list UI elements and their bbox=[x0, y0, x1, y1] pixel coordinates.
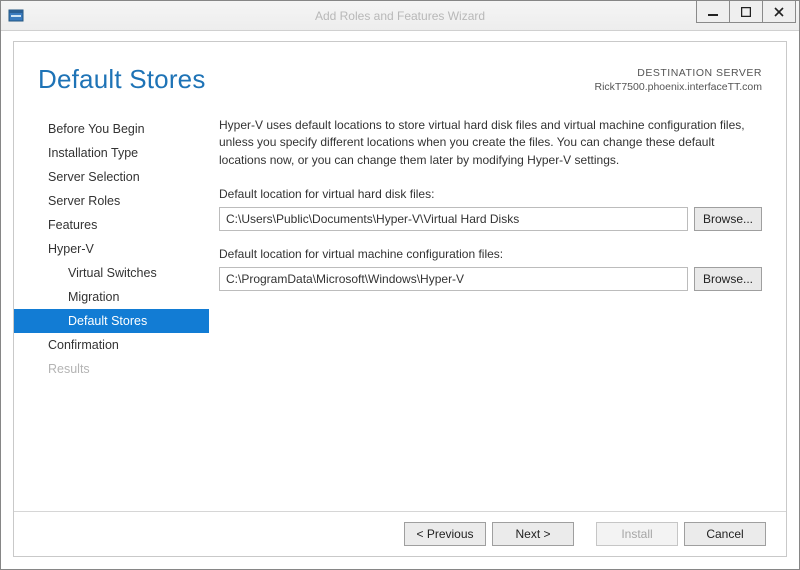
previous-button[interactable]: < Previous bbox=[404, 522, 486, 546]
page-title: Default Stores bbox=[38, 64, 206, 95]
wizard-content: Before You Begin Installation Type Serve… bbox=[14, 101, 786, 511]
config-location-label: Default location for virtual machine con… bbox=[219, 247, 762, 261]
nav-server-roles[interactable]: Server Roles bbox=[14, 189, 209, 213]
footer-spacer bbox=[580, 522, 590, 546]
wizard-sidebar: Before You Begin Installation Type Serve… bbox=[14, 111, 209, 511]
nav-confirmation[interactable]: Confirmation bbox=[14, 333, 209, 357]
nav-installation-type[interactable]: Installation Type bbox=[14, 141, 209, 165]
wizard-main: Hyper-V uses default locations to store … bbox=[209, 111, 786, 511]
window-body: Default Stores DESTINATION SERVER RickT7… bbox=[1, 31, 799, 569]
next-button[interactable]: Next > bbox=[492, 522, 574, 546]
nav-features[interactable]: Features bbox=[14, 213, 209, 237]
nav-virtual-switches[interactable]: Virtual Switches bbox=[14, 261, 209, 285]
app-icon bbox=[5, 5, 27, 27]
vhd-location-label: Default location for virtual hard disk f… bbox=[219, 187, 762, 201]
wizard-panel: Default Stores DESTINATION SERVER RickT7… bbox=[13, 41, 787, 557]
nav-default-stores[interactable]: Default Stores bbox=[14, 309, 209, 333]
destination-label: DESTINATION SERVER bbox=[595, 66, 763, 80]
window-title: Add Roles and Features Wizard bbox=[315, 9, 485, 23]
minimize-button[interactable] bbox=[696, 1, 730, 23]
nav-hyper-v[interactable]: Hyper-V bbox=[14, 237, 209, 261]
destination-info: DESTINATION SERVER RickT7500.phoenix.int… bbox=[595, 64, 763, 95]
wizard-window: Add Roles and Features Wizard Default St… bbox=[0, 0, 800, 570]
vhd-location-row: Browse... bbox=[219, 207, 762, 231]
config-location-input[interactable] bbox=[219, 267, 688, 291]
vhd-browse-button[interactable]: Browse... bbox=[694, 207, 762, 231]
cancel-button[interactable]: Cancel bbox=[684, 522, 766, 546]
destination-server: RickT7500.phoenix.interfaceTT.com bbox=[595, 80, 763, 94]
nav-server-selection[interactable]: Server Selection bbox=[14, 165, 209, 189]
description-text: Hyper-V uses default locations to store … bbox=[219, 117, 762, 169]
vhd-location-input[interactable] bbox=[219, 207, 688, 231]
nav-migration[interactable]: Migration bbox=[14, 285, 209, 309]
maximize-button[interactable] bbox=[729, 1, 763, 23]
config-browse-button[interactable]: Browse... bbox=[694, 267, 762, 291]
window-controls bbox=[697, 1, 799, 30]
wizard-footer: < Previous Next > Install Cancel bbox=[14, 511, 786, 556]
nav-before-you-begin[interactable]: Before You Begin bbox=[14, 117, 209, 141]
titlebar: Add Roles and Features Wizard bbox=[1, 1, 799, 31]
close-button[interactable] bbox=[762, 1, 796, 23]
wizard-header: Default Stores DESTINATION SERVER RickT7… bbox=[14, 42, 786, 101]
install-button: Install bbox=[596, 522, 678, 546]
nav-results: Results bbox=[14, 357, 209, 381]
config-location-row: Browse... bbox=[219, 267, 762, 291]
